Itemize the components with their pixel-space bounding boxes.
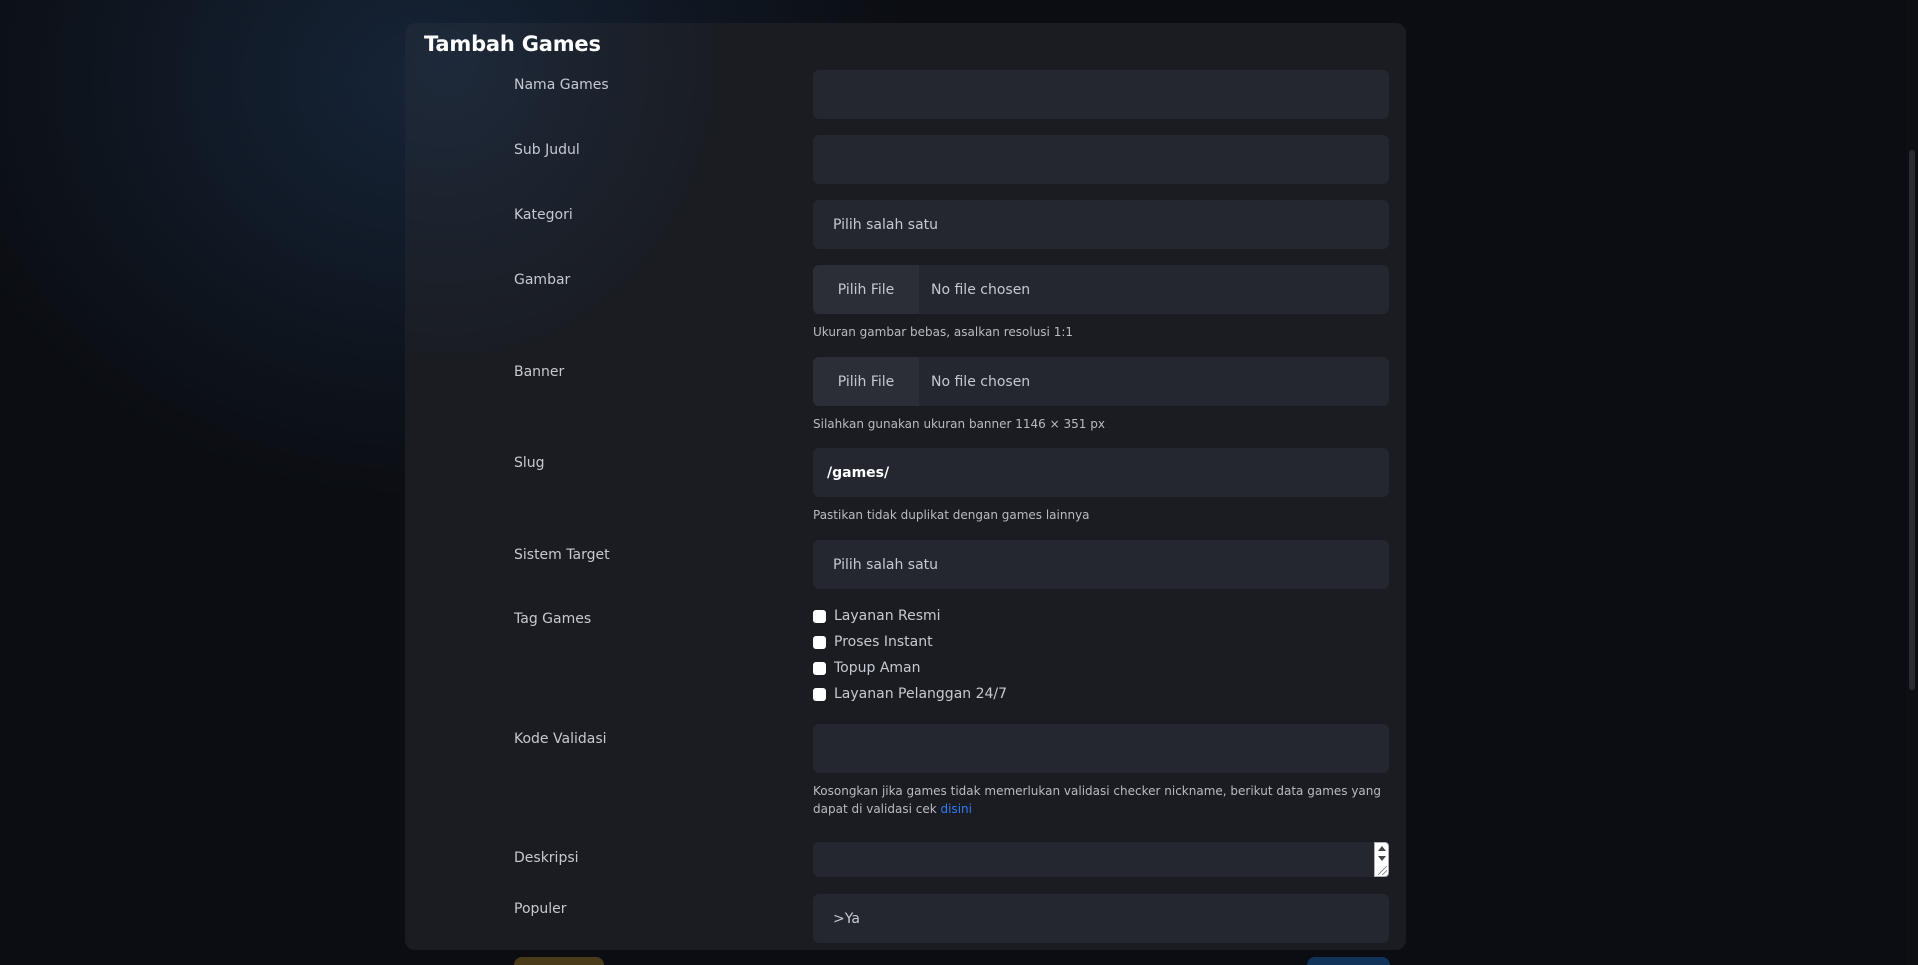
label-kategori: Kategori — [514, 207, 573, 223]
gambar-help-text: Ukuran gambar bebas, asalkan resolusi 1:… — [813, 325, 1074, 339]
tag-games-checkbox-group: Layanan Resmi Proses Instant Topup Aman … — [813, 603, 1389, 707]
textarea-scrollbar[interactable] — [1374, 842, 1389, 877]
scroll-up-icon[interactable] — [1378, 846, 1386, 851]
banner-help-text: Silahkan gunakan ukuran banner 1146 × 35… — [813, 417, 1105, 431]
label-tag-games: Tag Games — [514, 611, 592, 627]
label-populer: Populer — [514, 901, 567, 917]
tag-proses-instant[interactable]: Proses Instant — [813, 629, 1389, 655]
disini-link[interactable]: disini — [940, 802, 971, 816]
checkbox-proses-instant[interactable] — [813, 635, 826, 649]
scroll-down-icon[interactable] — [1378, 856, 1386, 861]
checkbox-label: Layanan Pelanggan 24/7 — [834, 686, 1008, 702]
gambar-file-input[interactable]: Pilih File No file chosen — [813, 265, 1389, 314]
checkbox-label: Layanan Resmi — [834, 608, 941, 624]
submit-button[interactable] — [1307, 957, 1390, 965]
kode-validasi-help-prefix: Kosongkan jika games tidak memerlukan va… — [813, 784, 1382, 816]
page-scrollbar[interactable] — [1906, 0, 1918, 965]
checkbox-layanan-pelanggan[interactable] — [813, 687, 826, 701]
slug-input[interactable]: /games/ — [813, 448, 1389, 497]
banner-choose-file-button[interactable]: Pilih File — [813, 357, 919, 406]
add-game-card: Tambah Games Nama Games Sub Judul Katego… — [405, 23, 1406, 950]
label-sistem-target: Sistem Target — [514, 547, 610, 563]
checkbox-topup-aman[interactable] — [813, 661, 826, 675]
sistem-target-select[interactable]: Pilih salah satu — [813, 540, 1389, 589]
kategori-select[interactable]: Pilih salah satu — [813, 200, 1389, 249]
banner-file-status: No file chosen — [931, 373, 1031, 390]
resize-grip-icon[interactable] — [1378, 866, 1387, 875]
label-banner: Banner — [514, 364, 565, 380]
label-slug: Slug — [514, 455, 545, 471]
checkbox-label: Topup Aman — [834, 660, 921, 676]
label-sub-judul: Sub Judul — [514, 142, 580, 158]
tag-topup-aman[interactable]: Topup Aman — [813, 655, 1389, 681]
sub-judul-input[interactable] — [813, 135, 1389, 184]
kode-validasi-help-text: Kosongkan jika games tidak memerlukan va… — [813, 782, 1389, 818]
label-nama-games: Nama Games — [514, 77, 609, 93]
card-glow — [405, 23, 805, 523]
slug-help-text: Pastikan tidak duplikat dengan games lai… — [813, 508, 1090, 522]
label-gambar: Gambar — [514, 272, 571, 288]
checkbox-label: Proses Instant — [834, 634, 933, 650]
label-kode-validasi: Kode Validasi — [514, 731, 607, 747]
back-button[interactable] — [514, 957, 604, 965]
checkbox-layanan-resmi[interactable] — [813, 609, 826, 623]
kode-validasi-input[interactable] — [813, 724, 1389, 773]
nama-games-input[interactable] — [813, 70, 1389, 119]
tag-layanan-resmi[interactable]: Layanan Resmi — [813, 603, 1389, 629]
page-scrollbar-thumb[interactable] — [1909, 150, 1915, 690]
banner-file-input[interactable]: Pilih File No file chosen — [813, 357, 1389, 406]
gambar-file-status: No file chosen — [931, 281, 1031, 298]
label-deskripsi: Deskripsi — [514, 850, 579, 866]
gambar-choose-file-button[interactable]: Pilih File — [813, 265, 919, 314]
populer-select[interactable]: >Ya — [813, 894, 1389, 943]
tag-layanan-pelanggan[interactable]: Layanan Pelanggan 24/7 — [813, 681, 1389, 707]
page-title: Tambah Games — [424, 32, 601, 56]
deskripsi-textarea[interactable] — [813, 842, 1389, 877]
